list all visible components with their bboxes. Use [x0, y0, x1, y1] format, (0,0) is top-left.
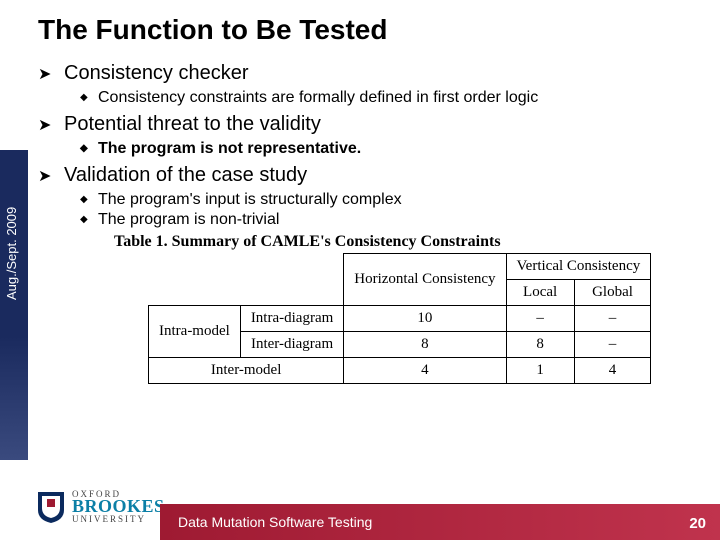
side-stripe — [0, 150, 28, 460]
constraints-table: Horizontal Consistency Vertical Consiste… — [148, 253, 651, 384]
cell: – — [574, 332, 651, 358]
cell: 1 — [506, 358, 574, 384]
cell: 8 — [344, 332, 506, 358]
cell: 10 — [344, 306, 506, 332]
col-horizontal: Horizontal Consistency — [344, 254, 506, 306]
cell: 4 — [574, 358, 651, 384]
bullet-potential-threat: Potential threat to the validity — [38, 113, 700, 136]
shield-icon — [36, 490, 66, 524]
slide: The Function to Be Tested Aug./Sept. 200… — [0, 0, 720, 540]
cell: 4 — [344, 358, 506, 384]
content-area: Consistency checker Consistency constrai… — [38, 56, 700, 384]
col-vertical: Vertical Consistency — [506, 254, 651, 280]
bullet-structurally-complex: The program's input is structurally comp… — [38, 191, 700, 209]
col-local: Local — [506, 280, 574, 306]
footer-text: Data Mutation Software Testing — [178, 514, 372, 530]
page-number: 20 — [689, 515, 706, 532]
cell: – — [574, 306, 651, 332]
bullet-not-representative: The program is not representative. — [38, 140, 700, 158]
cell: – — [506, 306, 574, 332]
table-caption: Table 1. Summary of CAMLE's Consistency … — [38, 233, 700, 251]
bullet-non-trivial: The program is non-trivial — [38, 211, 700, 229]
logo-line-university: UNIVERSITY — [72, 515, 165, 524]
brookes-logo: OXFORD BROOKES UNIVERSITY — [36, 490, 165, 524]
bullet-consistency-checker: Consistency checker — [38, 62, 700, 85]
table-row: Inter-model 4 1 4 — [149, 358, 651, 384]
side-date-label: Aug./Sept. 2009 — [4, 207, 19, 300]
bullet-validation: Validation of the case study — [38, 164, 700, 187]
logo-line-brookes: BROOKES — [72, 498, 165, 515]
bullet-consistency-constraints: Consistency constraints are formally def… — [38, 89, 700, 107]
row-inter-model: Inter-model — [149, 358, 344, 384]
logo-text: OXFORD BROOKES UNIVERSITY — [72, 490, 165, 524]
footer-bar: Data Mutation Software Testing — [160, 504, 720, 540]
row-inter-diagram: Inter-diagram — [240, 332, 343, 358]
table-row: Intra-model Intra-diagram 10 – – — [149, 306, 651, 332]
page-title: The Function to Be Tested — [38, 14, 387, 46]
col-global: Global — [574, 280, 651, 306]
cell: 8 — [506, 332, 574, 358]
table-header-row-1: Horizontal Consistency Vertical Consiste… — [149, 254, 651, 280]
row-intra-model: Intra-model — [149, 306, 241, 358]
row-intra-diagram: Intra-diagram — [240, 306, 343, 332]
